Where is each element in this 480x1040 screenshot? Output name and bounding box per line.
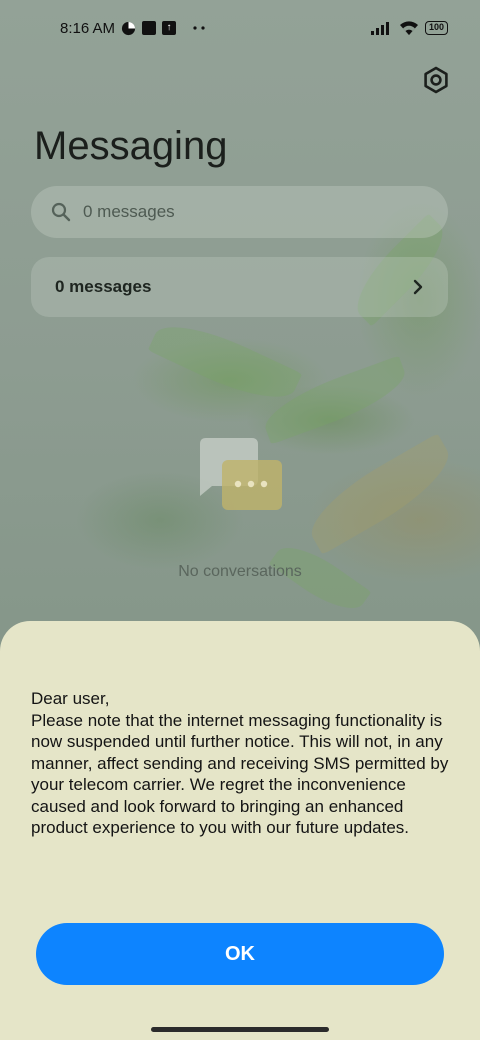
status-bar: 8:16 AM ↑ 100 — [0, 0, 480, 56]
search-input[interactable]: 0 messages — [31, 186, 448, 238]
no-conversations-icon — [196, 438, 286, 514]
chevron-right-icon — [413, 279, 423, 295]
status-left: 8:16 AM ↑ — [60, 20, 206, 37]
gear-icon — [424, 66, 448, 94]
square-notification-icon — [142, 21, 157, 35]
data-saver-icon — [121, 21, 136, 36]
more-dots-icon — [192, 26, 206, 30]
wallpaper-leaf — [147, 310, 303, 414]
search-icon — [51, 202, 71, 222]
signal-icon — [370, 21, 393, 35]
status-right: 100 — [370, 20, 448, 36]
page-title: Messaging — [34, 124, 228, 168]
ok-button[interactable]: OK — [36, 923, 444, 985]
dialog-message: Dear user, Please note that the internet… — [31, 689, 449, 837]
empty-state-text: No conversations — [178, 563, 302, 580]
home-indicator[interactable] — [151, 1027, 329, 1032]
battery-icon: 100 — [424, 21, 448, 35]
messages-row-label: 0 messages — [55, 277, 152, 296]
wifi-icon — [399, 20, 419, 36]
wallpaper-leaf — [298, 433, 462, 555]
upload-notification-icon: ↑ — [162, 21, 177, 35]
search-placeholder: 0 messages — [83, 202, 175, 221]
settings-button[interactable] — [420, 64, 452, 96]
status-time: 8:16 AM — [60, 19, 116, 37]
messages-row[interactable]: 0 messages — [31, 257, 448, 317]
